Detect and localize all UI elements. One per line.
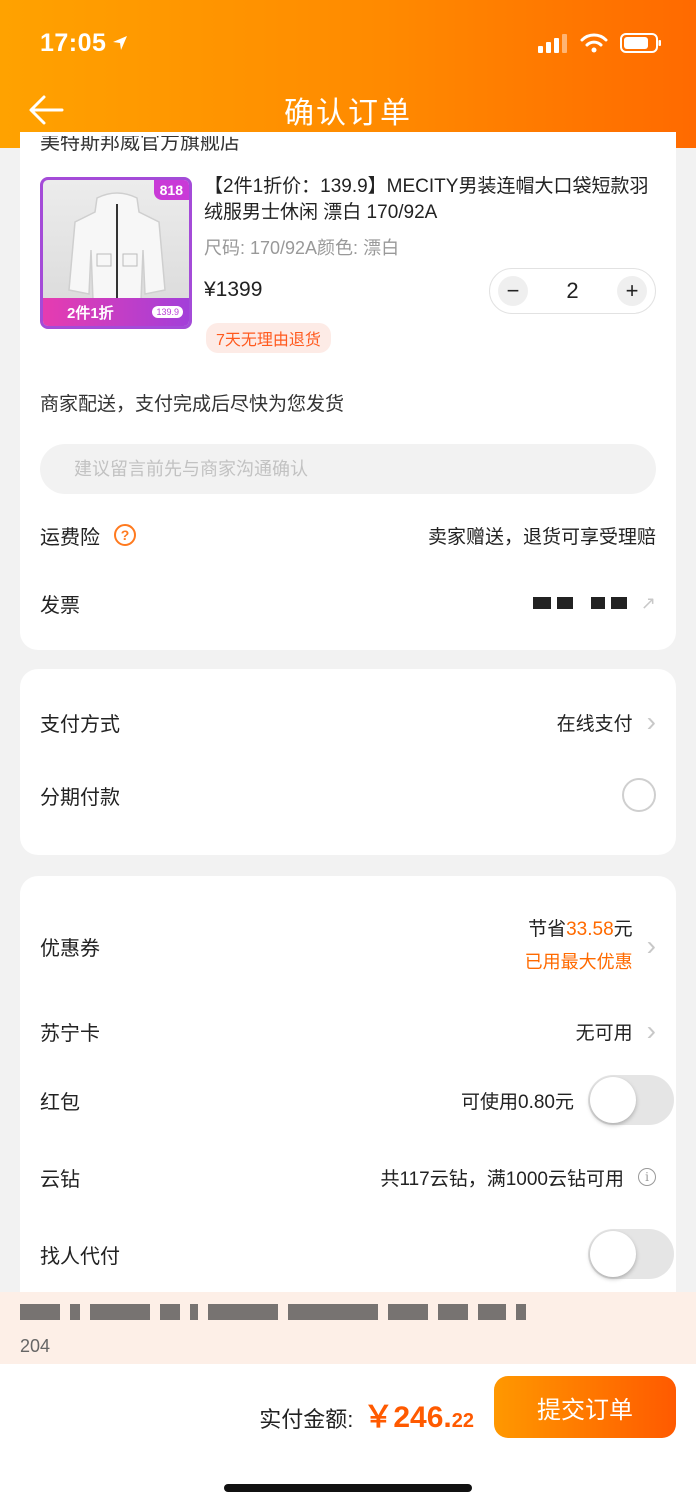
chevron-right-icon: › <box>646 930 656 961</box>
total-label: 实付金额: <box>259 1407 354 1432</box>
status-time: 17:05 <box>40 29 128 58</box>
info-icon[interactable]: i <box>638 1168 656 1186</box>
installment-label: 分期付款 <box>40 786 120 809</box>
suning-card-value: 无可用 <box>575 1022 633 1044</box>
chevron-right-icon: › <box>646 706 656 737</box>
promo-price: 139.9 <box>152 306 183 318</box>
installment-radio[interactable] <box>622 778 656 812</box>
battery-icon <box>620 33 661 53</box>
location-arrow-icon <box>113 36 128 50</box>
proxy-pay-row: 找人代付 <box>40 1228 674 1280</box>
checkout-footer: 实付金额: ￥ 246. 22 提交订单 <box>0 1364 696 1506</box>
product-name[interactable]: 【2件1折价：139.9】MECITY男装连帽大口袋短款羽绒服男士休闲 漂白 1… <box>204 174 664 226</box>
discount-card: 优惠券 节省33.58元 已用最大优惠 › 苏宁卡 无可用 › 红包 可使用0.… <box>20 876 676 1296</box>
product-price: ¥1399 <box>204 278 263 301</box>
product-thumbnail[interactable]: 818 2件1折 139.9 <box>40 177 192 329</box>
store-name: 美特斯邦威官方旗舰店 <box>40 136 240 154</box>
suning-card-row[interactable]: 苏宁卡 无可用 › <box>40 1014 656 1048</box>
increase-button[interactable]: + <box>617 276 647 306</box>
quantity-value: 2 <box>566 278 579 303</box>
red-packet-toggle[interactable] <box>588 1075 674 1125</box>
payment-method-value: 在线支付 <box>556 713 633 735</box>
coupon-row[interactable]: 优惠券 节省33.58元 已用最大优惠 › <box>40 914 656 978</box>
chevron-right-icon: › <box>646 1015 656 1046</box>
notice-number: 204 <box>20 1336 51 1356</box>
order-message-input[interactable] <box>40 444 656 494</box>
total-decimal: 22 <box>451 1410 474 1432</box>
promo-bar: 2件1折 139.9 <box>43 298 189 326</box>
yunzuan-row: 云钻 共117云钻，满1000云钻可用 i <box>40 1160 656 1194</box>
invoice-label: 发票 <box>40 594 80 617</box>
chevron-right-icon: ↗ <box>640 593 656 613</box>
yunzuan-value: 共117云钻，满1000云钻可用 <box>380 1168 624 1190</box>
page-title: 确认订单 <box>284 97 412 130</box>
red-packet-label: 红包 <box>40 1091 80 1114</box>
wifi-icon <box>580 33 608 53</box>
decrease-button[interactable]: − <box>498 276 528 306</box>
return-policy-badge: 7天无理由退货 <box>206 323 331 353</box>
product-spec: 尺码: 170/92A颜色: 漂白 <box>204 238 400 258</box>
signal-icon <box>538 34 567 53</box>
payment-card: 支付方式 在线支付 › 分期付款 <box>20 669 676 855</box>
jacket-image <box>68 192 166 301</box>
status-icons <box>538 33 662 53</box>
payment-method-label: 支付方式 <box>40 713 120 736</box>
quantity-stepper: − 2 + <box>489 268 656 314</box>
proxy-pay-toggle[interactable] <box>588 1229 674 1279</box>
total-amount: 实付金额: ￥ 246. 22 <box>259 1392 474 1436</box>
app-header: 17:05 确认订单 <box>0 0 696 148</box>
delivery-info: 商家配送，支付完成后尽快为您发货 <box>40 394 345 415</box>
freight-insurance-value: 卖家赠送，退货可享受理赔 <box>427 526 656 548</box>
help-icon[interactable]: ? <box>114 524 136 546</box>
freight-insurance-row: 运费险 ? 卖家赠送，退货可享受理赔 <box>40 518 656 552</box>
coupon-label: 优惠券 <box>40 937 100 960</box>
notice-text-redacted <box>20 1304 526 1320</box>
invoice-row[interactable]: 发票 ↗ <box>40 586 656 620</box>
total-currency: ￥ <box>363 1401 394 1434</box>
back-arrow-icon[interactable] <box>28 94 64 126</box>
suning-card-label: 苏宁卡 <box>40 1022 100 1045</box>
proxy-pay-label: 找人代付 <box>40 1245 120 1268</box>
total-integer: 246. <box>393 1401 452 1434</box>
payment-method-row[interactable]: 支付方式 在线支付 › <box>40 705 656 739</box>
red-packet-row: 红包 可使用0.80元 <box>40 1074 674 1126</box>
red-packet-value: 可使用0.80元 <box>461 1091 574 1113</box>
status-bar: 17:05 <box>40 26 662 60</box>
freight-insurance-label: 运费险 <box>40 526 100 549</box>
invoice-value-redacted <box>532 597 627 609</box>
home-indicator <box>224 1484 472 1492</box>
time-text: 17:05 <box>40 28 107 57</box>
coupon-note: 已用最大优惠 <box>524 952 633 972</box>
installment-row: 分期付款 <box>40 777 656 813</box>
yunzuan-label: 云钻 <box>40 1168 80 1191</box>
promo-label: 2件1折 <box>67 304 114 322</box>
notice-bar: 204 <box>0 1292 696 1364</box>
submit-order-button[interactable]: 提交订单 <box>494 1376 676 1438</box>
product-card: 美特斯邦威官方旗舰店 818 2件1折 139.9 【2件1折价：139.9】M… <box>20 132 676 650</box>
coupon-savings: 节省33.58元 <box>528 919 633 940</box>
store-name-row: 美特斯邦威官方旗舰店 <box>40 136 440 154</box>
